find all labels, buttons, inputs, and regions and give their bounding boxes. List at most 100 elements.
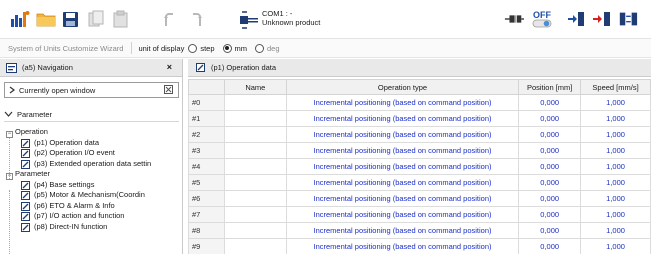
unit-radio-step[interactable]: step: [188, 43, 215, 53]
operation-type-cell[interactable]: Incremental positioning (based on comman…: [285, 158, 520, 175]
tree-item-label: (p3) Extended operation data settin: [34, 158, 152, 168]
operation-type-cell[interactable]: Incremental positioning (based on comman…: [285, 94, 520, 111]
speed-cell[interactable]: 1,000: [580, 142, 651, 159]
upload-icon[interactable]: [592, 9, 612, 29]
name-cell[interactable]: [223, 206, 287, 223]
tree-item-direct-in-function[interactable]: (p8) Direct-IN function: [0, 222, 183, 233]
speed-cell[interactable]: 1,000: [580, 222, 651, 239]
save-icon[interactable]: [60, 9, 80, 29]
edit-document-icon: [21, 212, 30, 221]
speed-cell[interactable]: 1,000: [580, 206, 651, 223]
operation-type-cell[interactable]: Incremental positioning (based on comman…: [285, 142, 520, 159]
table-row[interactable]: #6 Incremental positioning (based on comm…: [188, 190, 651, 207]
name-cell[interactable]: [223, 158, 287, 175]
column-header-operation-type[interactable]: Operation type: [285, 79, 520, 95]
table-row[interactable]: #5 Incremental positioning (based on comm…: [188, 174, 651, 191]
tree-item-motor-mechanism[interactable]: (p5) Motor & Mechanism(Coordin: [0, 190, 183, 201]
speed-cell[interactable]: 1,000: [580, 238, 651, 254]
parameter-section-header[interactable]: Parameter: [4, 107, 179, 122]
position-cell[interactable]: 0,000: [518, 190, 582, 207]
currently-open-window-dropdown[interactable]: Currently open window: [4, 82, 179, 98]
name-cell[interactable]: [223, 142, 287, 159]
off-toggle-icon[interactable]: OFF: [530, 9, 558, 29]
position-cell[interactable]: 0,000: [518, 238, 582, 254]
speed-cell[interactable]: 1,000: [580, 174, 651, 191]
operation-type-cell[interactable]: Incremental positioning (based on comman…: [285, 190, 520, 207]
position-cell[interactable]: 0,000: [518, 126, 582, 143]
close-icon[interactable]: ×: [167, 62, 172, 72]
speed-cell[interactable]: 1,000: [580, 158, 651, 175]
units-bar: System of Units Customize Wizard unit of…: [0, 38, 651, 58]
name-cell[interactable]: [223, 190, 287, 207]
unit-of-display-label: unit of display: [138, 43, 185, 53]
name-cell[interactable]: [223, 238, 287, 254]
unit-radio-deg[interactable]: deg: [255, 43, 280, 53]
position-cell[interactable]: 0,000: [518, 174, 582, 191]
position-cell[interactable]: 0,000: [518, 222, 582, 239]
connect-icon[interactable]: [504, 9, 524, 29]
operation-type-cell[interactable]: Incremental positioning (based on comman…: [285, 206, 520, 223]
navigation-icon: [6, 62, 17, 73]
download-icon[interactable]: [566, 9, 586, 29]
position-cell[interactable]: 0,000: [518, 94, 582, 111]
tree-item-eto-alarm-info[interactable]: (p6) ETO & Alarm & Info: [0, 201, 183, 212]
copy-icon[interactable]: [86, 9, 106, 29]
table-row[interactable]: #4 Incremental positioning (based on comm…: [188, 158, 651, 175]
table-row[interactable]: #9 Incremental positioning (based on comm…: [188, 238, 651, 254]
redo-icon[interactable]: [186, 9, 206, 29]
table-row[interactable]: #3 Incremental positioning (based on comm…: [188, 142, 651, 159]
name-cell[interactable]: [223, 94, 287, 111]
table-row[interactable]: #0 Incremental positioning (based on comm…: [188, 94, 651, 111]
operation-type-cell[interactable]: Incremental positioning (based on comman…: [285, 174, 520, 191]
tree-item-operation-data[interactable]: (p1) Operation data: [0, 138, 183, 149]
operation-type-cell[interactable]: Incremental positioning (based on comman…: [285, 126, 520, 143]
table-row[interactable]: #7 Incremental positioning (based on comm…: [188, 206, 651, 223]
column-header-speed[interactable]: Speed [mm/s]: [580, 79, 651, 95]
speed-cell[interactable]: 1,000: [580, 94, 651, 111]
unit-radio-mm[interactable]: mm: [222, 43, 248, 53]
tree-group-parameter[interactable]: − Parameter: [0, 169, 183, 180]
units-wizard-link[interactable]: System of Units Customize Wizard: [8, 44, 123, 53]
folder-icon[interactable]: [36, 9, 56, 29]
speed-cell[interactable]: 1,000: [580, 190, 651, 207]
name-cell[interactable]: [223, 110, 287, 127]
unit-radio-deg-label: deg: [267, 43, 280, 53]
name-cell[interactable]: [223, 126, 287, 143]
edit-document-icon: [21, 149, 30, 158]
name-cell[interactable]: [223, 222, 287, 239]
table-row[interactable]: #8 Incremental positioning (based on comm…: [188, 222, 651, 239]
tree-item-operation-io-event[interactable]: (p2) Operation I/O event: [0, 148, 183, 159]
table-row[interactable]: #1 Incremental positioning (based on comm…: [188, 110, 651, 127]
speed-cell[interactable]: 1,000: [580, 110, 651, 127]
name-cell[interactable]: [223, 174, 287, 191]
operation-type-cell[interactable]: Incremental positioning (based on comman…: [285, 222, 520, 239]
undo-icon[interactable]: [160, 9, 180, 29]
position-cell[interactable]: 0,000: [518, 142, 582, 159]
radio-circle-icon: [188, 43, 198, 53]
tree-group-operation[interactable]: − Operation: [0, 127, 183, 138]
column-header-position[interactable]: Position [mm]: [518, 79, 582, 95]
product-label: Unknown product: [262, 18, 321, 27]
position-cell[interactable]: 0,000: [518, 206, 582, 223]
clear-windows-icon[interactable]: [164, 85, 174, 95]
verify-icon[interactable]: [618, 9, 638, 29]
table-row[interactable]: #2 Incremental positioning (based on comm…: [188, 126, 651, 143]
unit-radio-mm-label: mm: [234, 43, 248, 53]
tree-item-label: (p8) Direct-IN function: [34, 221, 108, 231]
position-cell[interactable]: 0,000: [518, 110, 582, 127]
position-cell[interactable]: 0,000: [518, 158, 582, 175]
tree-item-label: (p2) Operation I/O event: [34, 148, 115, 157]
com-port-icon[interactable]: [238, 10, 260, 32]
tree-item-extended-operation-data[interactable]: (p3) Extended operation data settin: [0, 159, 183, 170]
speed-cell[interactable]: 1,000: [580, 126, 651, 143]
paste-icon[interactable]: [110, 9, 130, 29]
edit-document-icon: [196, 63, 205, 72]
operation-type-cell[interactable]: Incremental positioning (based on comman…: [285, 238, 520, 254]
operation-type-cell[interactable]: Incremental positioning (based on comman…: [285, 110, 520, 127]
tree-item-io-action-function[interactable]: (p7) I/O action and function: [0, 211, 183, 222]
tree-item-base-settings[interactable]: (p4) Base settings: [0, 180, 183, 191]
column-header-name[interactable]: Name: [223, 79, 287, 95]
navigation-title: (a5) Navigation: [22, 63, 73, 72]
row-index-cell: #6: [188, 190, 225, 207]
graph-icon[interactable]: [10, 9, 30, 29]
